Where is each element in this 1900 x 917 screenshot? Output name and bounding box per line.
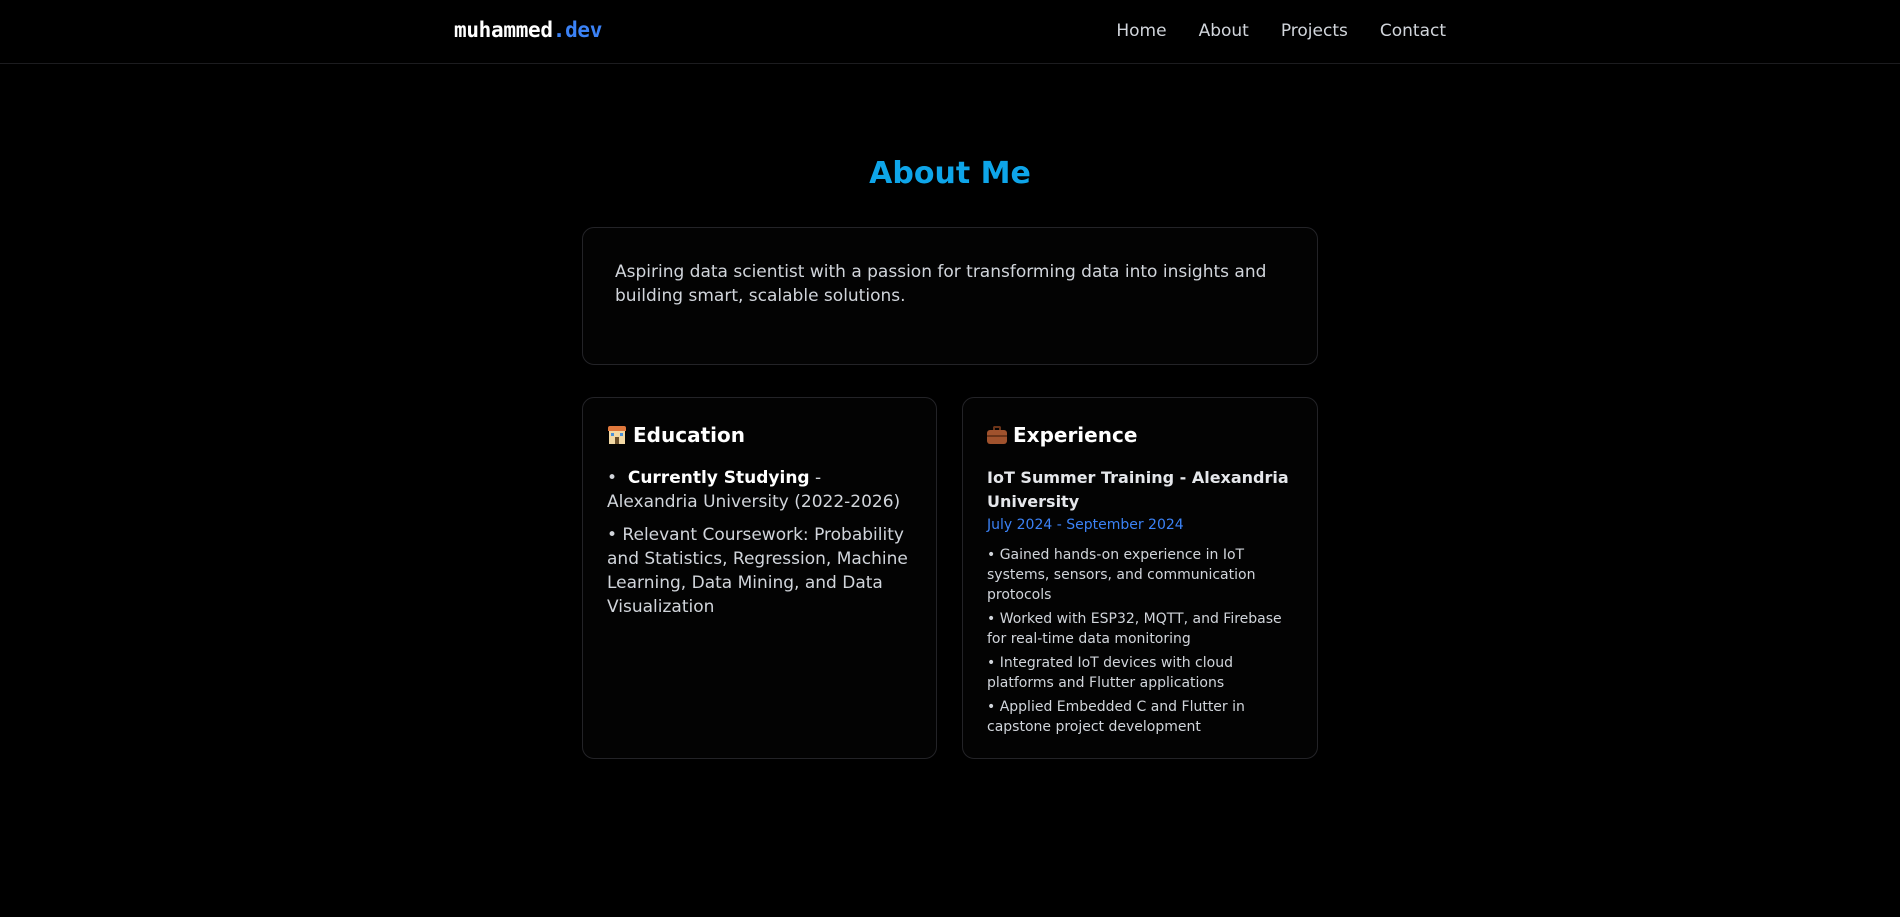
education-item-bold: Currently Studying [627, 468, 810, 488]
education-item: • Relevant Coursework: Probability and S… [607, 523, 912, 619]
experience-item: • Applied Embedded C and Flutter in caps… [987, 699, 1245, 735]
experience-item: • Integrated IoT devices with cloud plat… [987, 655, 1233, 691]
about-title: About Me [869, 156, 1031, 191]
nav-link-home[interactable]: Home [1116, 21, 1166, 41]
nav-link-about[interactable]: About [1199, 21, 1249, 41]
experience-heading-text: Experience [1013, 423, 1138, 447]
nav-link-projects[interactable]: Projects [1281, 21, 1348, 41]
bullet: • [607, 468, 618, 488]
experience-item: • Gained hands-on experience in IoT syst… [987, 547, 1256, 603]
briefcase-icon [987, 425, 1007, 445]
logo-accent-text: .dev [552, 18, 603, 42]
intro-card: Aspiring data scientist with a passion f… [582, 227, 1318, 365]
bullet: • [607, 525, 618, 545]
nav-link-contact[interactable]: Contact [1380, 21, 1446, 41]
navbar: muhammed.dev Home About Projects Contact [0, 0, 1900, 64]
job-dates: July 2024 - September 2024 [987, 517, 1184, 533]
experience-card: Experience IoT Summer Training - Alexand… [962, 397, 1318, 759]
experience-item: • Worked with ESP32, MQTT, and Firebase … [987, 611, 1282, 647]
education-item-text: Relevant Coursework: Probability and Sta… [607, 525, 908, 617]
nav-links: Home About Projects Contact [1116, 21, 1446, 41]
education-heading-text: Education [633, 423, 745, 447]
logo-main-text: muhammed [454, 18, 553, 42]
education-heading: Education [607, 422, 912, 448]
job-title: IoT Summer Training - Alexandria Univers… [987, 468, 1289, 511]
intro-text: Aspiring data scientist with a passion f… [615, 262, 1267, 306]
education-list: • Currently Studying - Alexandria Univer… [607, 466, 912, 619]
school-icon [607, 425, 627, 445]
education-card: Education • Currently Studying - Alexand… [582, 397, 937, 759]
site-logo[interactable]: muhammed.dev [454, 18, 602, 42]
experience-list: • Gained hands-on experience in IoT syst… [987, 545, 1293, 737]
experience-heading: Experience [987, 422, 1293, 448]
education-item: • Currently Studying - Alexandria Univer… [607, 466, 912, 514]
